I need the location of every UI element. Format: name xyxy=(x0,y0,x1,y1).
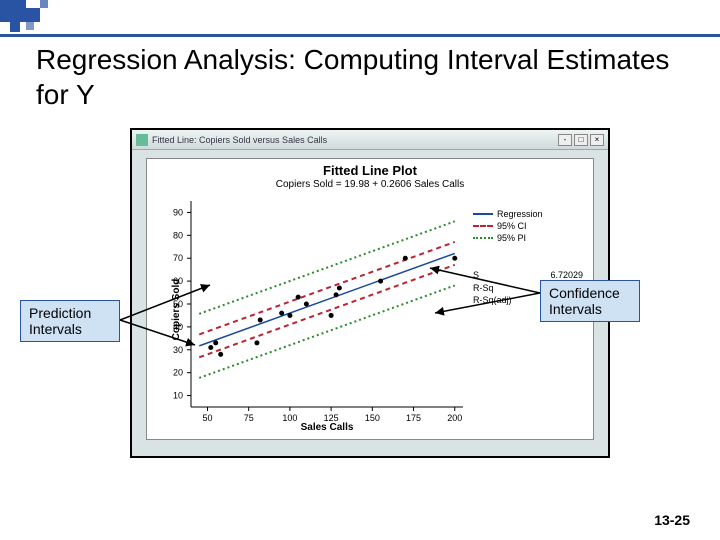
chart-title: Fitted Line Plot xyxy=(147,163,593,178)
page-number: 13-25 xyxy=(654,512,690,528)
window-buttons: - □ × xyxy=(558,134,604,146)
app-icon xyxy=(136,134,148,146)
maximize-button[interactable]: □ xyxy=(574,134,588,146)
minimize-button[interactable]: - xyxy=(558,134,572,146)
svg-text:90: 90 xyxy=(173,207,183,217)
svg-text:10: 10 xyxy=(173,391,183,401)
legend-pi: 95% PI xyxy=(497,233,526,243)
window-titlebar: Fitted Line: Copiers Sold versus Sales C… xyxy=(132,130,608,150)
prediction-intervals-label: Prediction Intervals xyxy=(20,300,120,342)
svg-text:80: 80 xyxy=(173,230,183,240)
header-rule xyxy=(0,34,720,37)
prediction-arrow xyxy=(110,280,230,360)
confidence-intervals-label: Confidence Intervals xyxy=(540,280,640,322)
x-axis-label: Sales Calls xyxy=(191,422,463,433)
close-button[interactable]: × xyxy=(590,134,604,146)
confidence-arrow xyxy=(400,258,550,328)
svg-text:70: 70 xyxy=(173,253,183,263)
legend-regression: Regression xyxy=(497,209,543,219)
legend: Regression 95% CI 95% PI xyxy=(473,209,583,245)
svg-text:20: 20 xyxy=(173,368,183,378)
window-title: Fitted Line: Copiers Sold versus Sales C… xyxy=(152,135,327,145)
slide-title: Regression Analysis: Computing Interval … xyxy=(36,42,690,112)
chart-subtitle: Copiers Sold = 19.98 + 0.2606 Sales Call… xyxy=(147,179,593,190)
legend-ci: 95% CI xyxy=(497,221,527,231)
